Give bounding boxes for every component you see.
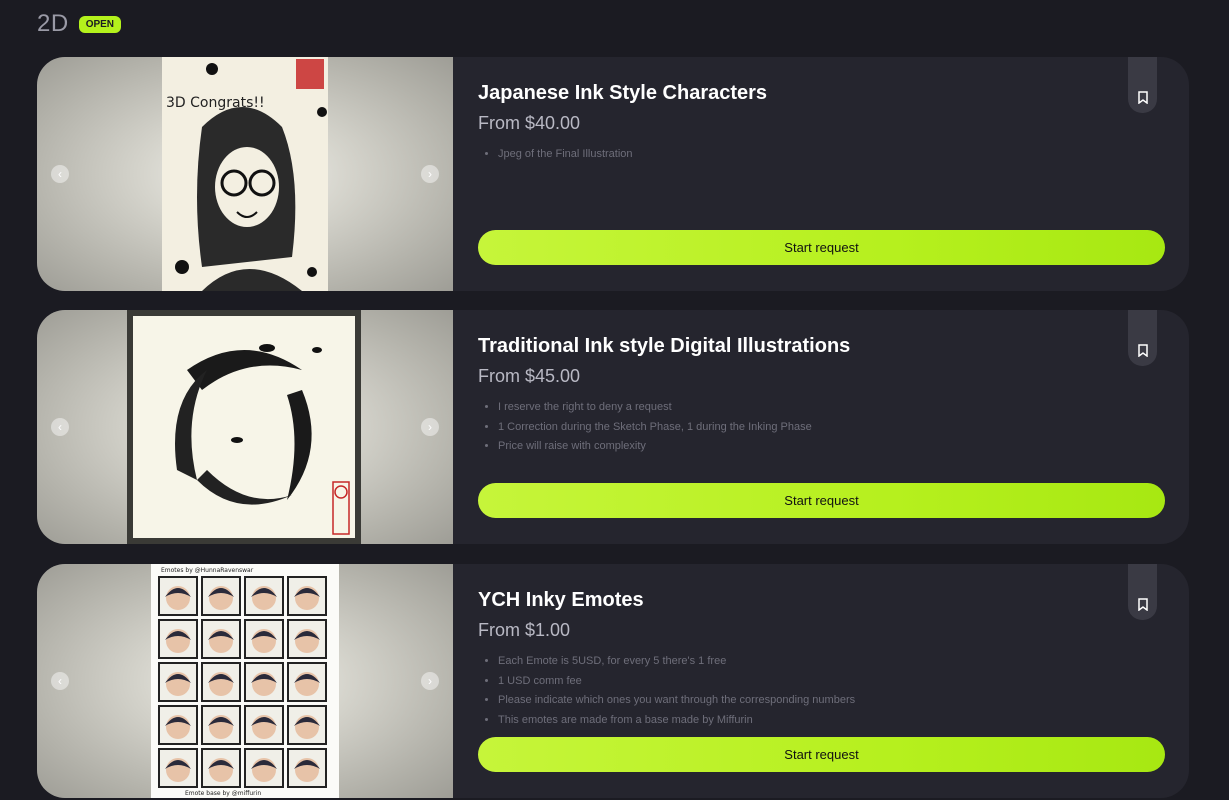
card-features: Jpeg of the Final Illustration [478,145,633,165]
section-header: 2D OPEN [37,10,122,38]
chevron-left-icon: ‹ [58,674,62,688]
image-footer: Emote base by @miffurin [185,790,261,797]
feature-item: I reserve the right to deny a request [498,398,812,418]
gallery-next-button[interactable]: › [421,672,439,690]
feature-item: Jpeg of the Final Illustration [498,145,633,165]
gallery-prev-button[interactable]: ‹ [51,418,69,436]
feature-item: 1 Correction during the Sketch Phase, 1 … [498,418,812,438]
bookmark-button[interactable] [1128,57,1157,113]
image-gallery: 3D Congrats!! ‹ › [37,57,453,291]
gallery-next-button[interactable]: › [421,165,439,183]
card-info: YCH Inky Emotes From $1.00 Each Emote is… [478,564,1189,798]
bookmark-icon [1137,91,1148,104]
artwork-image: Emotes by @HunnaRavenswar Emote base by … [151,564,339,798]
card-title: Japanese Ink Style Characters [478,82,768,104]
card-price: From $1.00 [478,620,571,640]
status-badge: OPEN [78,15,122,33]
artwork-image [127,310,361,544]
feature-item: Price will raise with complexity [498,437,812,457]
bookmark-button[interactable] [1128,310,1157,366]
image-header: Emotes by @HunnaRavenswar [161,567,254,574]
commission-card: ‹ › Traditional Ink style Digital Illust… [37,310,1189,544]
chevron-left-icon: ‹ [58,420,62,434]
gallery-next-button[interactable]: › [421,418,439,436]
gallery-prev-button[interactable]: ‹ [51,672,69,690]
commission-card: 3D Congrats!! ‹ › Japanese Ink Style Cha… [37,57,1189,291]
card-title: YCH Inky Emotes [478,589,644,611]
feature-item: This emotes are made from a base made by… [498,711,855,731]
gallery-prev-button[interactable]: ‹ [51,165,69,183]
bookmark-icon [1137,598,1148,611]
card-info: Traditional Ink style Digital Illustrati… [478,310,1189,544]
bookmark-button[interactable] [1128,564,1157,620]
card-price: From $45.00 [478,366,581,386]
chevron-right-icon: › [428,674,432,688]
chevron-right-icon: › [428,420,432,434]
card-features: Each Emote is 5USD, for every 5 there's … [478,652,855,730]
chevron-right-icon: › [428,167,432,181]
card-title: Traditional Ink style Digital Illustrati… [478,335,851,357]
section-title: 2D [37,10,69,37]
card-price: From $40.00 [478,113,581,133]
image-gallery: ‹ › [37,310,453,544]
card-features: I reserve the right to deny a request 1 … [478,398,812,457]
artwork-image: 3D Congrats!! [162,57,328,291]
image-gallery: Emotes by @HunnaRavenswar Emote base by … [37,564,453,798]
start-request-button[interactable]: Start request [478,483,1165,518]
start-request-button[interactable]: Start request [478,737,1165,772]
feature-item: Please indicate which ones you want thro… [498,691,855,711]
feature-item: 1 USD comm fee [498,672,855,692]
start-request-button[interactable]: Start request [478,230,1165,265]
chevron-left-icon: ‹ [58,167,62,181]
commission-card: Emotes by @HunnaRavenswar Emote base by … [37,564,1189,798]
card-info: Japanese Ink Style Characters From $40.0… [478,57,1189,291]
bookmark-icon [1137,344,1148,357]
feature-item: Each Emote is 5USD, for every 5 there's … [498,652,855,672]
